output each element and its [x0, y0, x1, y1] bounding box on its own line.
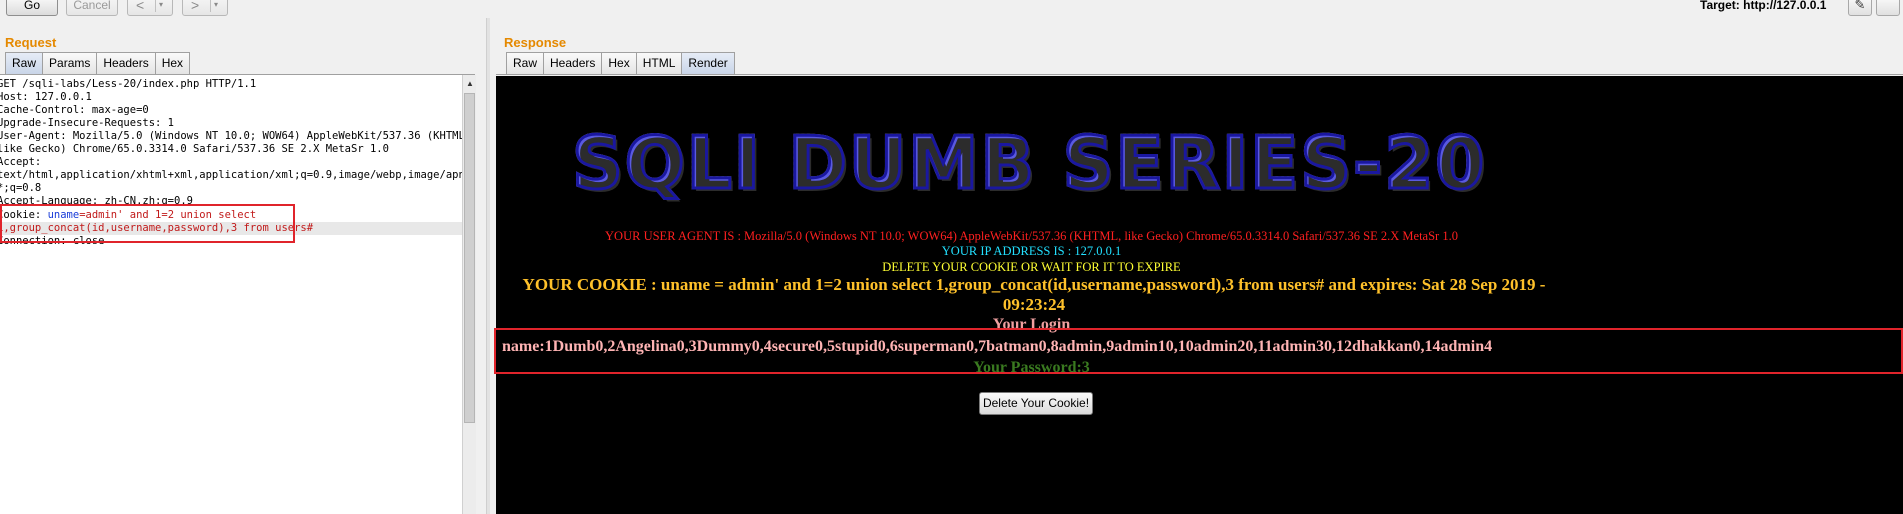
response-tabs: Raw Headers Hex HTML Render	[506, 52, 735, 74]
tab-raw[interactable]: Raw	[5, 52, 44, 74]
tab-raw[interactable]: Raw	[506, 52, 545, 74]
request-tabs: Raw Params Headers Hex	[5, 52, 191, 74]
forward-button[interactable]: > ▾	[182, 0, 228, 16]
cancel-button[interactable]: Cancel	[66, 0, 118, 16]
request-highlight-box	[0, 204, 295, 243]
response-highlight-box	[494, 328, 1903, 374]
user-agent-text: YOUR USER AGENT IS : Mozilla/5.0 (Window…	[605, 229, 1458, 243]
tab-headers[interactable]: Headers	[96, 52, 156, 74]
cookie-info-text: YOUR COOKIE : uname = admin' and 1=2 uni…	[522, 275, 1546, 314]
request-scrollbar[interactable]: ▲	[462, 75, 476, 514]
tab-hex[interactable]: Hex	[154, 52, 191, 74]
delete-notice-text: DELETE YOUR COOKIE OR WAIT FOR IT TO EXP…	[882, 260, 1181, 274]
back-arrow-icon: <	[136, 0, 145, 13]
tab-hex[interactable]: Hex	[601, 52, 637, 74]
request-line: text/html,application/xhtml+xml,applicat…	[0, 169, 462, 181]
rendered-page: SQLI DUMB SERIES-20 YOUR USER AGENT IS :…	[496, 76, 1903, 514]
sqli-logo: SQLI DUMB SERIES-20	[571, 120, 1487, 207]
pencil-icon: ✎	[1854, 0, 1866, 12]
request-editor[interactable]: GET /sqli-labs/Less-20/index.php HTTP/1.…	[0, 75, 462, 514]
tab-params[interactable]: Params	[42, 52, 98, 74]
tab-headers[interactable]: Headers	[543, 52, 603, 74]
request-line: GET /sqli-labs/Less-20/index.php HTTP/1.…	[0, 78, 257, 90]
response-title: Response	[504, 35, 567, 50]
target-label: Target: http://127.0.0.1	[1700, 0, 1827, 12]
ip-address-text: YOUR IP ADDRESS IS : 127.0.0.1	[941, 244, 1122, 258]
scroll-up-icon[interactable]: ▲	[466, 79, 474, 88]
request-line: Upgrade-Insecure-Requests: 1	[0, 117, 175, 129]
chevron-down-icon: ▾	[214, 0, 219, 9]
help-button[interactable]	[1876, 0, 1900, 16]
pane-splitter[interactable]	[486, 18, 490, 514]
request-title: Request	[5, 35, 57, 50]
go-button[interactable]: Go	[6, 0, 58, 16]
chevron-down-icon: ▾	[159, 0, 164, 9]
request-line: Accept:	[0, 156, 42, 168]
tab-html[interactable]: HTML	[635, 52, 683, 74]
delete-cookie-button[interactable]: Delete Your Cookie!	[979, 392, 1093, 415]
request-line: User-Agent: Mozilla/5.0 (Windows NT 10.0…	[0, 130, 462, 142]
request-line: Host: 127.0.0.1	[0, 91, 92, 103]
request-line: *;q=0.8	[0, 182, 42, 194]
tab-render[interactable]: Render	[681, 52, 735, 74]
request-line: Cache-Control: max-age=0	[0, 104, 149, 116]
edit-target-button[interactable]: ✎	[1848, 0, 1872, 16]
request-line: like Gecko) Chrome/65.0.3314.0 Safari/53…	[0, 143, 389, 155]
forward-arrow-icon: >	[191, 0, 200, 13]
scroll-thumb[interactable]	[464, 93, 475, 423]
back-button[interactable]: < ▾	[127, 0, 173, 16]
